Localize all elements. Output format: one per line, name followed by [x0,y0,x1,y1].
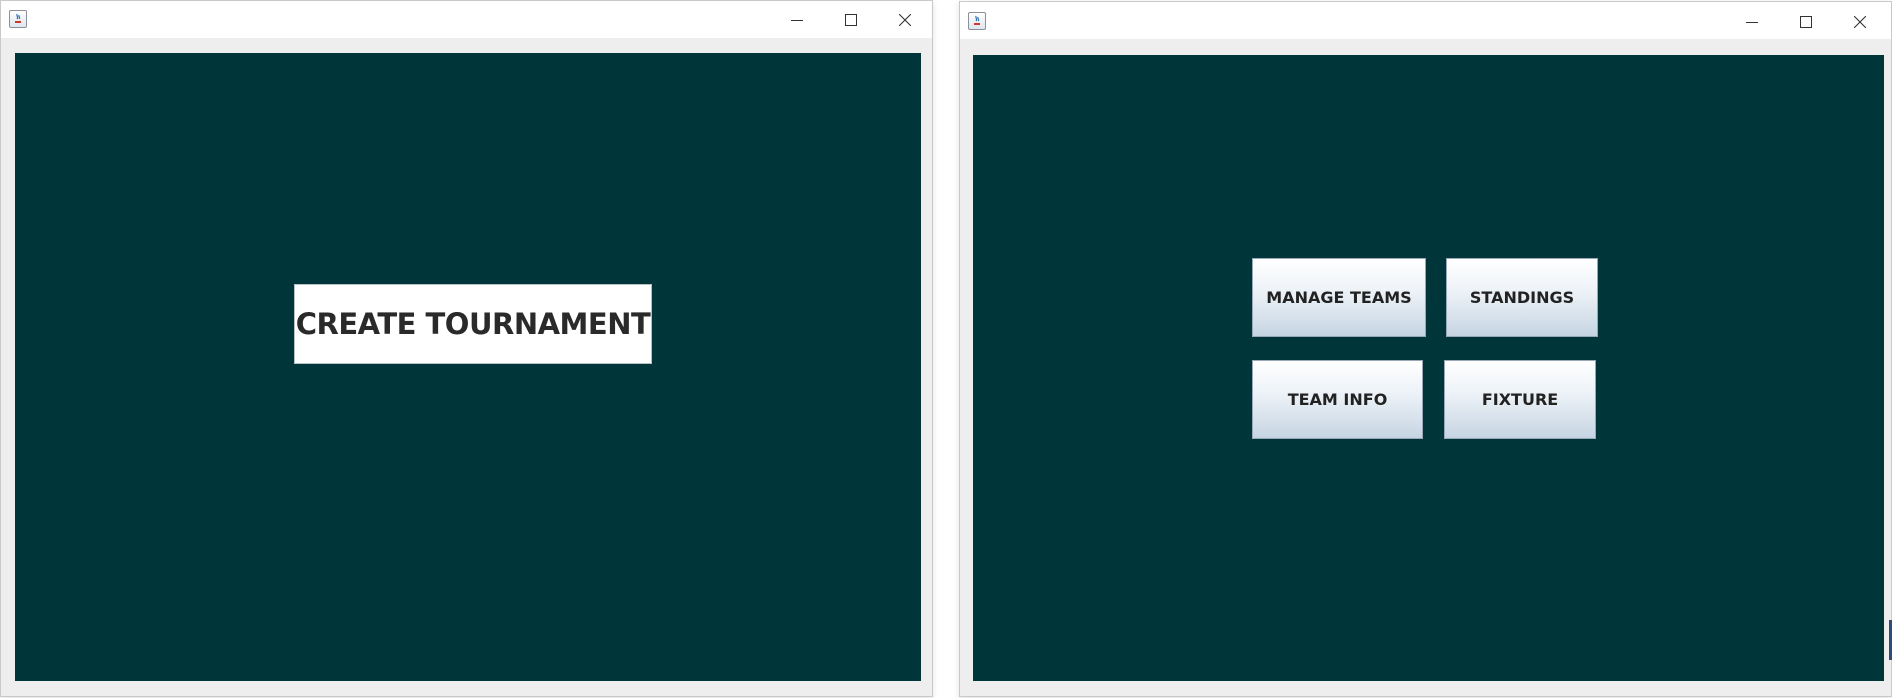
close-icon [899,13,911,26]
window-right: MANAGE TEAMS STANDINGS TEAM INFO FIXTURE [959,1,1892,697]
maximize-button[interactable] [1779,3,1833,40]
standings-button[interactable]: STANDINGS [1446,258,1598,337]
content-panel: CREATE TOURNAMENT [15,53,921,681]
minimize-button[interactable] [1725,3,1779,40]
create-tournament-button[interactable]: CREATE TOURNAMENT [294,284,652,364]
content-panel: MANAGE TEAMS STANDINGS TEAM INFO FIXTURE [973,55,1884,681]
close-icon [1854,15,1866,28]
java-app-icon[interactable] [9,10,27,28]
team-info-button[interactable]: TEAM INFO [1252,360,1423,439]
fixture-button[interactable]: FIXTURE [1444,360,1596,439]
manage-teams-button[interactable]: MANAGE TEAMS [1252,258,1426,337]
close-button[interactable] [878,1,932,38]
title-bar[interactable] [960,2,1891,39]
minimize-button[interactable] [770,1,824,38]
maximize-icon [1800,15,1812,28]
java-app-icon[interactable] [968,12,986,30]
maximize-button[interactable] [824,1,878,38]
window-left: CREATE TOURNAMENT [0,0,933,697]
minimize-icon [1746,21,1758,23]
title-bar[interactable] [1,1,932,38]
maximize-icon [845,13,857,26]
minimize-icon [791,19,803,21]
close-button[interactable] [1833,3,1887,40]
